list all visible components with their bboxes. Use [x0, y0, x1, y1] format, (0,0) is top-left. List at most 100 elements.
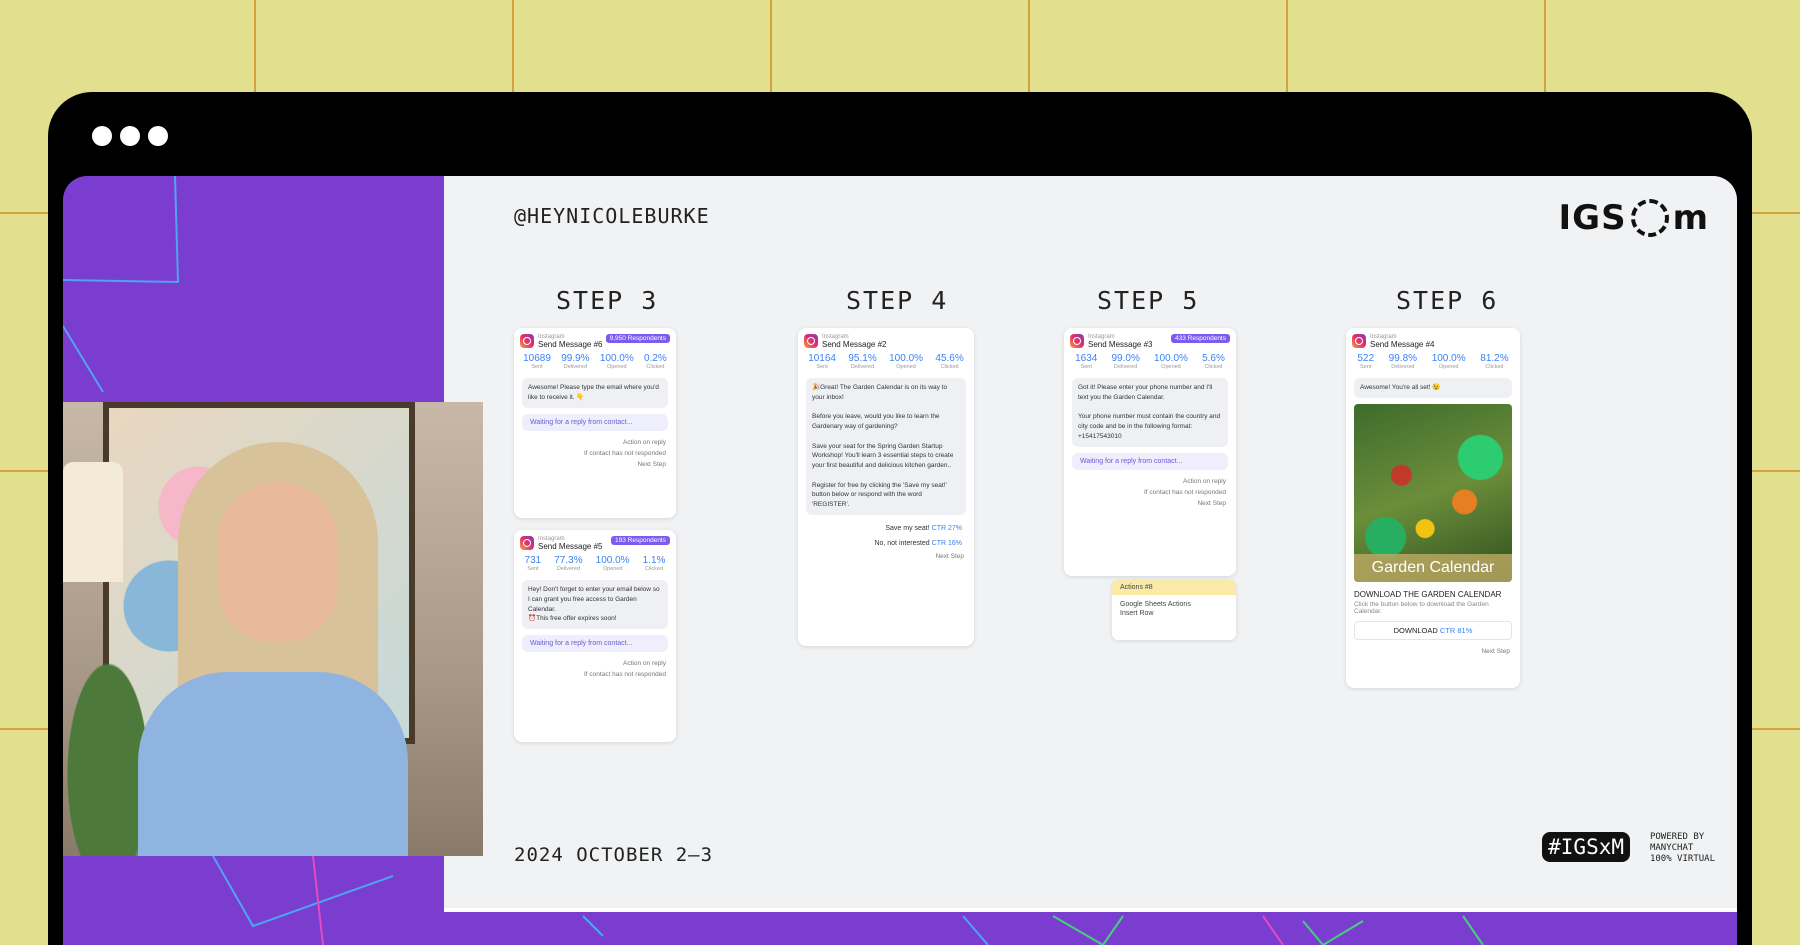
card-stats: 522 Sent 99.8% Delivered 100.0% Opened 81.2…	[1346, 351, 1520, 372]
window-controls[interactable]	[92, 126, 168, 146]
waiting-reply: Waiting for a reply from contact...	[522, 635, 668, 652]
stat-label: Opened	[896, 364, 916, 370]
stat-clicked: 5.6%	[1202, 353, 1225, 364]
download-text: Click the button below to download the G…	[1354, 600, 1489, 615]
button-ctr: CTR 81%	[1439, 625, 1473, 635]
speaker-video	[63, 402, 483, 856]
stat-sent: 10164	[808, 353, 836, 364]
card-header: Instagram Send Message #5 193 Respondent…	[514, 530, 676, 553]
stat-label: Sent	[1080, 364, 1092, 370]
event-date: 2024 OCTOBER 2–3	[514, 844, 714, 866]
image-caption: Garden Calendar	[1354, 553, 1512, 582]
action-on-reply[interactable]: Action on reply	[1064, 476, 1236, 487]
stat-opened: 100.0%	[599, 353, 634, 364]
stat-clicked: 81.2%	[1480, 353, 1509, 364]
next-step-link[interactable]: Next Step	[514, 459, 676, 470]
window-dot-icon[interactable]	[120, 126, 140, 146]
stat-label: Sent	[527, 566, 539, 572]
stat-label: Delivered	[556, 566, 581, 572]
card-header: Instagram Send Message #2	[798, 328, 974, 351]
button-ctr: CTR 27%	[931, 524, 962, 532]
window-dot-icon[interactable]	[92, 126, 112, 146]
speaker-shirt	[138, 672, 408, 856]
lamp	[63, 462, 123, 582]
actions-card[interactable]: Actions #8 Google Sheets Actions Insert …	[1112, 580, 1236, 640]
message-bubble: Awesome! You're all set! 😉	[1354, 378, 1512, 398]
actions-line: Google Sheets Actions	[1120, 601, 1191, 608]
instagram-icon	[520, 536, 534, 550]
button-label: No, not interested	[874, 539, 930, 547]
step-title: STEP 6	[1396, 286, 1499, 315]
card-stats: 10689 Sent 99.9% Delivered 100.0% Opened 0.…	[514, 351, 676, 372]
stat-label: Delivered	[1391, 364, 1415, 370]
respondents-badge: 9,950 Respondents	[605, 334, 670, 343]
stat-label: Clicked	[645, 566, 664, 572]
next-step-link[interactable]: Next Step	[1064, 498, 1236, 509]
message-bubble: Got it! Please enter your phone number a…	[1072, 378, 1228, 447]
next-step-link[interactable]: Next Step	[1346, 646, 1520, 657]
stat-opened: 100.0%	[1431, 353, 1466, 364]
download-button[interactable]: DOWNLOAD CTR 81%	[1354, 620, 1512, 640]
flow-card-message-6[interactable]: Instagram Send Message #6 9,950 Responde…	[514, 328, 676, 518]
stat-delivered: 99.0%	[1111, 353, 1140, 364]
actions-title: Actions #8	[1112, 580, 1236, 595]
powered-by: POWERED BY MANYCHAT 100% VIRTUAL	[1650, 832, 1715, 865]
stat-label: Delivered	[563, 364, 587, 370]
no-response-branch[interactable]: If contact has not responded	[514, 669, 676, 680]
flow-card-message-5[interactable]: Instagram Send Message #5 193 Respondent…	[514, 530, 676, 742]
stat-label: Clicked	[940, 364, 959, 370]
stat-delivered: 99.8%	[1388, 353, 1418, 364]
action-on-reply[interactable]: Action on reply	[514, 437, 676, 448]
instagram-icon	[804, 334, 818, 348]
action-on-reply[interactable]: Action on reply	[514, 658, 676, 669]
stat-label: Clicked	[1204, 364, 1223, 370]
stat-label: Sent	[1360, 364, 1372, 370]
flow-card-message-2[interactable]: Instagram Send Message #2 10164 Sent 95.1…	[798, 328, 974, 646]
stat-delivered: 95.1%	[848, 353, 877, 364]
button-ctr: CTR 16%	[931, 539, 962, 547]
stat-opened: 100.0%	[595, 555, 630, 566]
button-label: Save my seat!	[885, 524, 930, 532]
respondents-badge: 433 Respondents	[1171, 334, 1230, 343]
button-label: DOWNLOAD	[1393, 625, 1438, 635]
stat-label: Delivered	[1114, 364, 1138, 370]
save-seat-button[interactable]: Save my seat! CTR 27%	[798, 521, 974, 536]
instagram-icon	[1070, 334, 1084, 348]
stat-label: Opened	[607, 364, 627, 370]
flow-card-message-4[interactable]: Instagram Send Message #4 522 Sent 99.8% D…	[1346, 328, 1520, 688]
instagram-icon	[520, 334, 534, 348]
stat-delivered: 99.9%	[561, 353, 590, 364]
card-stats: 1634 Sent 99.0% Delivered 100.0% Opened 5.6…	[1064, 351, 1236, 372]
stat-clicked: 0.2%	[644, 353, 667, 364]
next-step-link[interactable]: Next Step	[798, 551, 974, 562]
window-dot-icon[interactable]	[148, 126, 168, 146]
stat-opened: 100.0%	[1154, 353, 1188, 364]
step-title: STEP 4	[846, 286, 949, 315]
event-hashtag: #IGSxM	[1542, 832, 1630, 862]
no-response-branch[interactable]: If contact has not responded	[514, 448, 676, 459]
stat-label: Opened	[602, 566, 623, 572]
card-stats: 10164 Sent 95.1% Delivered 100.0% Opened 45…	[798, 351, 974, 372]
stat-sent: 10689	[523, 353, 551, 364]
stat-label: Sent	[816, 364, 828, 370]
stat-delivered: 77.3%	[554, 555, 583, 566]
stat-label: Delivered	[850, 364, 875, 370]
stat-label: Clicked	[646, 364, 665, 370]
stat-label: Clicked	[1485, 364, 1504, 370]
stat-sent: 1634	[1075, 353, 1098, 364]
no-response-branch[interactable]: If contact has not responded	[1064, 487, 1236, 498]
card-title: Send Message #2	[822, 340, 887, 349]
respondents-badge: 193 Respondents	[611, 536, 670, 545]
powered-line: POWERED BY	[1649, 832, 1705, 842]
message-bubble: Hey! Don't forget to enter your email be…	[522, 580, 668, 629]
card-header: Instagram Send Message #6 9,950 Responde…	[514, 328, 676, 351]
not-interested-button[interactable]: No, not interested CTR 16%	[798, 536, 974, 551]
message-bubble: Awesome! Please type the email where you…	[522, 378, 668, 408]
flow-card-message-3[interactable]: Instagram Send Message #3 433 Respondent…	[1064, 328, 1236, 576]
step-title: STEP 5	[1097, 286, 1200, 315]
waiting-reply: Waiting for a reply from contact...	[1072, 452, 1228, 470]
step-title: STEP 3	[556, 286, 659, 315]
instagram-icon	[1352, 334, 1366, 348]
waiting-reply: Waiting for a reply from contact...	[522, 413, 668, 431]
stat-opened: 100.0%	[889, 353, 924, 364]
